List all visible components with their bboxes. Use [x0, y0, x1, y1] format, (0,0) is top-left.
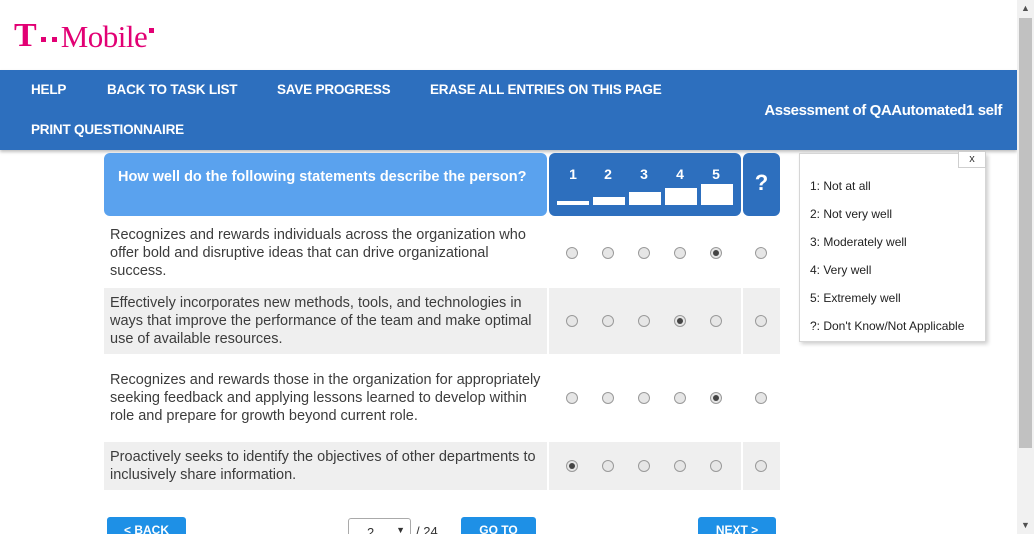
legend-close-button[interactable]: x — [958, 151, 986, 168]
scale-bar-1 — [557, 201, 589, 205]
rating-radio-4[interactable] — [674, 392, 686, 404]
scale-label-4: 4 — [676, 166, 684, 182]
rating-radio-3[interactable] — [638, 247, 650, 259]
tmobile-logo: T Mobile — [14, 18, 158, 54]
page-select-value: 2 — [367, 525, 375, 534]
scale-bar-5 — [701, 184, 733, 205]
rating-radio-2[interactable] — [602, 247, 614, 259]
logo-dot — [149, 27, 155, 33]
rating-radio-unknown[interactable] — [755, 460, 767, 472]
logo-dot — [40, 36, 46, 42]
question-row: Effectively incorporates new methods, to… — [104, 288, 780, 354]
scrollbar-thumb[interactable] — [1019, 18, 1032, 448]
statement-text: Recognizes and rewards those in the orga… — [110, 372, 541, 424]
rating-radio-unknown[interactable] — [755, 247, 767, 259]
page-total: / 24 — [416, 524, 438, 534]
rating-legend: x 1: Not at all 2: Not very well 3: Mode… — [799, 151, 986, 342]
rating-radio-unknown[interactable] — [755, 315, 767, 327]
back-button[interactable]: < BACK — [107, 517, 186, 534]
question-prompt: How well do the following statements des… — [104, 153, 547, 216]
legend-item: 1: Not at all — [810, 179, 871, 193]
rating-radio-5[interactable] — [710, 247, 722, 259]
scale-label-1: 1 — [569, 166, 577, 182]
erase-entries-link[interactable]: ERASE ALL ENTRIES ON THIS PAGE — [430, 82, 662, 97]
rating-radio-1[interactable] — [566, 315, 578, 327]
top-nav: HELP BACK TO TASK LIST SAVE PROGRESS ERA… — [0, 70, 1017, 150]
scale-label-2: 2 — [604, 166, 612, 182]
legend-item: 5: Extremely well — [810, 291, 901, 305]
legend-item: ?: Don't Know/Not Applicable — [810, 319, 965, 333]
rating-radio-3[interactable] — [638, 315, 650, 327]
unknown-header: ? — [743, 153, 780, 216]
scroll-down-icon[interactable]: ▼ — [1017, 517, 1034, 534]
rating-radio-1[interactable] — [566, 247, 578, 259]
logo-dot — [51, 36, 57, 42]
save-progress-link[interactable]: SAVE PROGRESS — [277, 82, 391, 97]
rating-radio-4[interactable] — [674, 460, 686, 472]
statement-text: Recognizes and rewards individuals acros… — [110, 227, 526, 279]
rating-radio-5[interactable] — [710, 315, 722, 327]
legend-item: 4: Very well — [810, 263, 872, 277]
rating-radio-3[interactable] — [638, 460, 650, 472]
rating-radio-5[interactable] — [710, 460, 722, 472]
rating-radio-3[interactable] — [638, 392, 650, 404]
logo-t: T — [14, 17, 37, 54]
statement-text: Effectively incorporates new methods, to… — [104, 288, 547, 354]
print-questionnaire-link[interactable]: PRINT QUESTIONNAIRE — [31, 122, 184, 137]
rating-radio-5[interactable] — [710, 392, 722, 404]
scroll-up-icon[interactable]: ▲ — [1017, 0, 1034, 17]
question-row: Proactively seeks to identify the object… — [104, 442, 780, 490]
scale-label-3: 3 — [640, 166, 648, 182]
scale-bar-3 — [629, 192, 661, 205]
scale-bar-4 — [665, 188, 697, 205]
assessment-title: Assessment of QAAutomated1 self — [764, 102, 1002, 119]
page-select[interactable]: 2 ▼ — [348, 518, 411, 534]
rating-radio-unknown[interactable] — [755, 392, 767, 404]
chevron-down-icon: ▼ — [396, 525, 405, 534]
rating-radio-4[interactable] — [674, 247, 686, 259]
rating-radio-1[interactable] — [566, 392, 578, 404]
next-button[interactable]: NEXT > — [698, 517, 776, 534]
statement-text: Proactively seeks to identify the object… — [104, 442, 547, 490]
legend-item: 2: Not very well — [810, 207, 893, 221]
go-to-button[interactable]: GO TO — [461, 517, 536, 534]
rating-scale-header: 1 2 3 4 5 — [549, 153, 741, 216]
help-link[interactable]: HELP — [31, 82, 66, 97]
rating-radio-1[interactable] — [566, 460, 578, 472]
logo-wordmark: Mobile — [60, 18, 148, 54]
question-row: Recognizes and rewards those in the orga… — [104, 356, 780, 440]
vertical-scrollbar[interactable]: ▲ ▼ — [1017, 0, 1034, 534]
rating-radio-2[interactable] — [602, 460, 614, 472]
rating-radio-2[interactable] — [602, 315, 614, 327]
scale-label-5: 5 — [712, 166, 720, 182]
scale-bar-2 — [593, 197, 625, 205]
question-row: Recognizes and rewards individuals acros… — [104, 220, 780, 286]
rating-radio-2[interactable] — [602, 392, 614, 404]
rating-radio-4[interactable] — [674, 315, 686, 327]
legend-item: 3: Moderately well — [810, 235, 907, 249]
back-to-task-list-link[interactable]: BACK TO TASK LIST — [107, 82, 238, 97]
